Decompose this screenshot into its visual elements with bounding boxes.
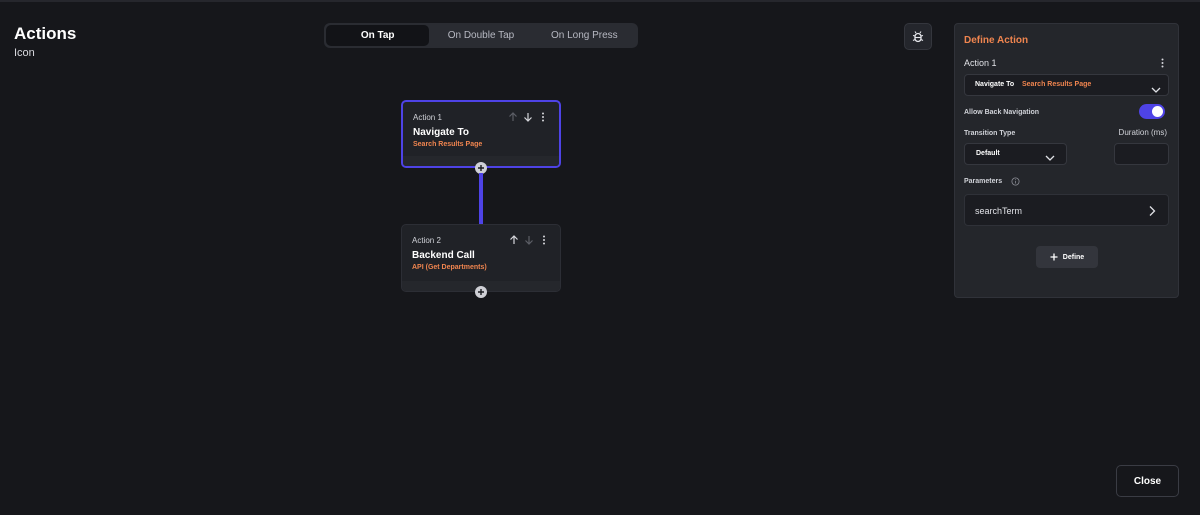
chevron-right-icon <box>1148 204 1156 222</box>
plus-icon <box>478 165 484 171</box>
duration-label: Duration (ms) <box>1118 128 1167 137</box>
chevron-down-icon <box>1151 81 1161 99</box>
tab-on-tap[interactable]: On Tap <box>326 25 430 46</box>
more-vertical-icon[interactable] <box>538 234 550 246</box>
parameters-label: Parameters <box>964 178 1003 185</box>
action-card-title: Backend Call <box>412 250 475 261</box>
chevron-down-icon <box>1045 149 1055 167</box>
tab-on-long-press[interactable]: On Long Press <box>533 25 636 46</box>
close-button[interactable]: Close <box>1116 465 1179 497</box>
transition-type-value: Default <box>976 150 1000 157</box>
action-target-value: Search Results Page <box>1022 81 1092 88</box>
parameter-row[interactable]: searchTerm <box>964 194 1169 226</box>
plus-icon <box>1050 253 1058 261</box>
define-label: Define <box>1062 253 1085 261</box>
arrow-down-icon[interactable] <box>522 111 534 123</box>
allow-back-toggle[interactable] <box>1139 104 1165 119</box>
more-vertical-icon[interactable] <box>537 111 549 123</box>
allow-back-label: Allow Back Navigation <box>964 109 1040 116</box>
action-card-2[interactable]: Action 2 Backend Call API (Get Departmen… <box>401 224 561 292</box>
action-connector <box>479 173 483 225</box>
transition-type-select[interactable]: Default <box>964 143 1067 165</box>
action-type-select[interactable]: Navigate To Search Results Page <box>964 74 1169 96</box>
arrow-up-icon[interactable] <box>508 234 520 246</box>
action-card-title: Navigate To <box>413 127 469 138</box>
define-button[interactable]: Define <box>1036 246 1098 268</box>
action-card-1[interactable]: Action 1 Navigate To Search Results Page <box>401 100 561 168</box>
tab-on-double-tap[interactable]: On Double Tap <box>429 25 532 46</box>
arrow-up-icon[interactable] <box>507 111 519 123</box>
trigger-tabs: On Tap On Double Tap On Long Press <box>324 23 638 48</box>
duration-input[interactable] <box>1114 143 1169 165</box>
action-type-value: Navigate To <box>975 81 1015 88</box>
more-vertical-icon[interactable] <box>1158 57 1166 69</box>
debug-button[interactable] <box>904 23 932 50</box>
action-card-label: Action 1 <box>413 113 442 122</box>
toggle-knob <box>1152 106 1163 117</box>
panel-title: Define Action <box>964 35 1029 46</box>
action-card-subtitle: API (Get Departments) <box>412 264 487 271</box>
action-card-label: Action 2 <box>412 236 441 245</box>
define-action-panel: Define Action Action 1 Navigate To Searc… <box>954 23 1179 298</box>
parameter-name: searchTerm <box>975 206 1023 216</box>
page-subtitle: Icon <box>14 47 35 59</box>
arrow-down-icon[interactable] <box>523 234 535 246</box>
bug-icon <box>912 30 924 42</box>
page-title: Actions <box>14 24 77 43</box>
action-card-subtitle: Search Results Page <box>413 141 483 148</box>
info-icon <box>1011 177 1020 186</box>
add-action-button[interactable] <box>475 286 487 298</box>
transition-type-label: Transition Type <box>964 130 1016 137</box>
plus-icon <box>478 289 484 295</box>
top-divider <box>0 0 1200 2</box>
panel-action-label: Action 1 <box>964 58 997 68</box>
